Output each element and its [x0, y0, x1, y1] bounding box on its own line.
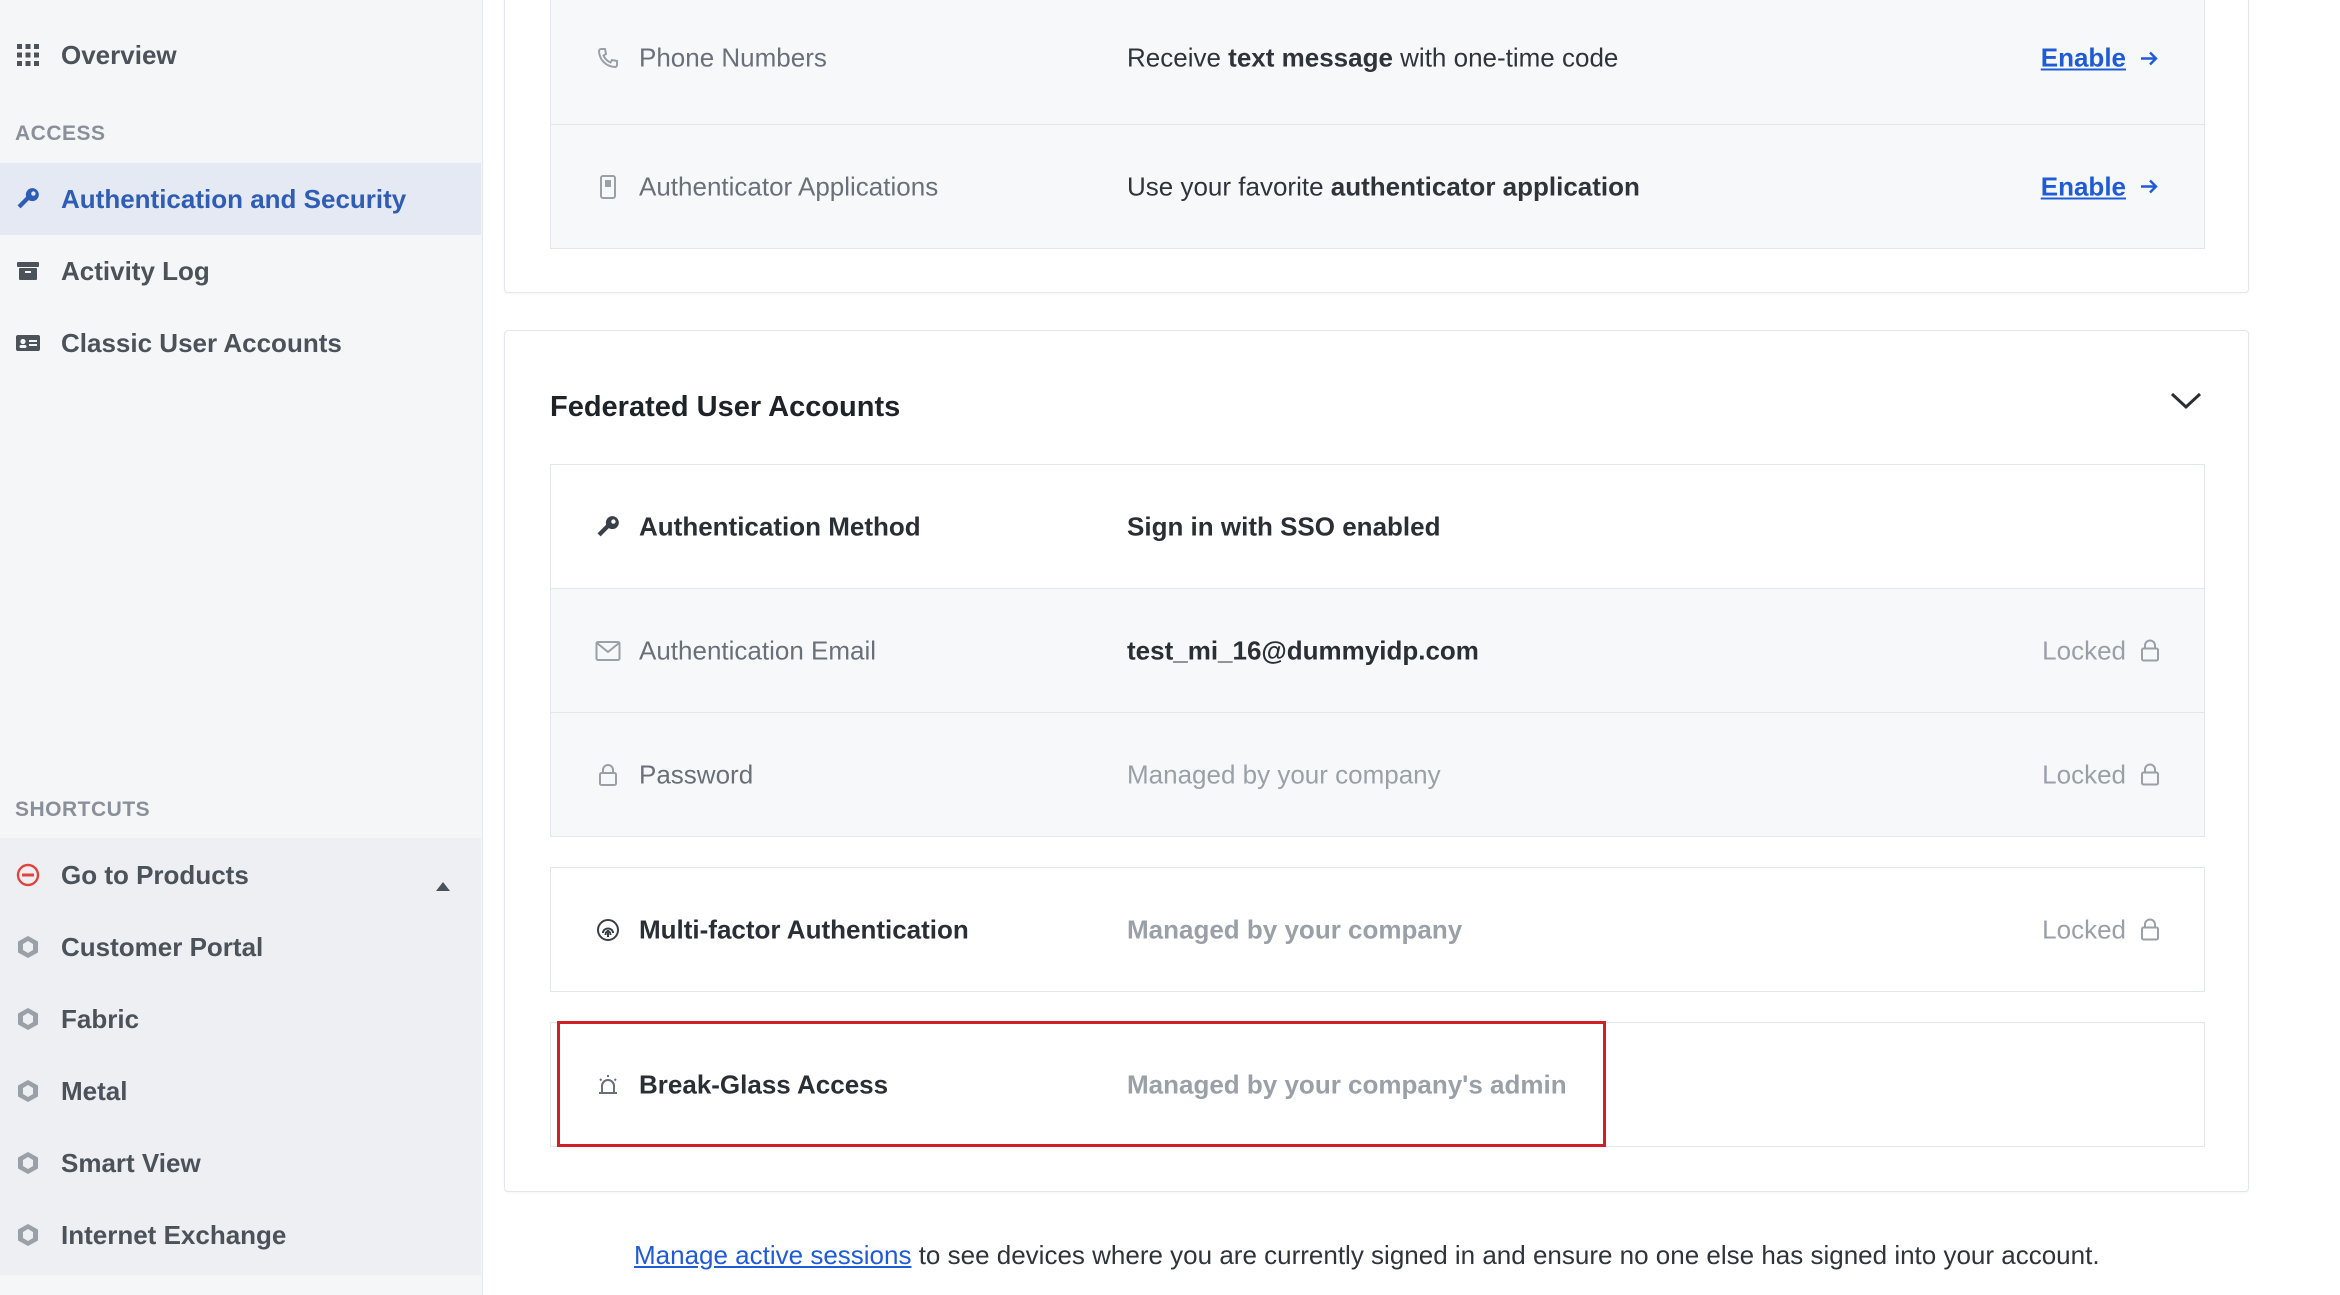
phone-numbers-row: Phone Numbers Receive text message with … [550, 0, 2205, 125]
locked-label: Locked [2042, 759, 2126, 789]
hexagon-icon [15, 1078, 41, 1104]
sidebar-item-overview[interactable]: Overview [0, 19, 481, 91]
manage-sessions-text: Manage active sessions to see devices wh… [634, 1240, 2100, 1271]
row-label: Authenticator Applications [639, 171, 939, 201]
envelope-icon [595, 638, 621, 664]
enable-authenticator-button[interactable]: Enable [2041, 171, 2160, 202]
manage-active-sessions-link[interactable]: Manage active sessions [634, 1240, 911, 1270]
row-value: Managed by your company [1127, 914, 1463, 944]
sidebar-item-smart-view[interactable]: Smart View [0, 1127, 481, 1199]
key-icon [595, 514, 621, 540]
highlight-box [557, 1021, 1606, 1147]
sidebar: Overview ACCESS Authentication and Secur… [0, 0, 483, 1295]
grid-icon [15, 42, 41, 68]
sidebar-item-label: Metal [61, 1075, 128, 1106]
authentication-method-row: Authentication Method Sign in with SSO e… [550, 464, 2205, 589]
phone-icon [595, 45, 621, 71]
sidebar-item-classic-user-accounts[interactable]: Classic User Accounts [0, 307, 481, 379]
locked-status: Locked [2042, 759, 2160, 790]
sidebar-item-authentication-and-security[interactable]: Authentication and Security [0, 163, 481, 235]
fingerprint-icon [595, 917, 621, 943]
archive-icon [15, 258, 41, 284]
row-label: Phone Numbers [639, 42, 827, 73]
products-icon [15, 862, 41, 888]
sidebar-item-label: Activity Log [61, 255, 210, 286]
locked-status: Locked [2042, 635, 2160, 666]
chevron-down-icon[interactable] [2169, 389, 2203, 416]
sidebar-item-go-to-products[interactable]: Go to Products [0, 839, 481, 911]
enable-link[interactable]: Enable [2041, 171, 2126, 202]
lock-icon [2140, 639, 2160, 663]
sidebar-item-activity-log[interactable]: Activity Log [0, 235, 481, 307]
section-heading-access: ACCESS [15, 122, 106, 145]
hexagon-icon [15, 1222, 41, 1248]
row-label: Authentication Method [639, 511, 921, 541]
manage-sessions-description: to see devices where you are currently s… [911, 1240, 2100, 1270]
locked-label: Locked [2042, 635, 2126, 665]
sidebar-item-customer-portal[interactable]: Customer Portal [0, 911, 481, 983]
row-description: Receive text message with one-time code [1127, 42, 1619, 73]
sidebar-item-label: Overview [61, 39, 177, 70]
sidebar-item-label: Smart View [61, 1147, 201, 1178]
caret-up-icon[interactable] [435, 869, 451, 900]
mobile-device-icon [595, 174, 621, 200]
key-icon [15, 186, 41, 212]
multi-factor-authentication-row: Multi-factor Authentication Managed by y… [550, 867, 2205, 992]
sidebar-item-label: Internet Exchange [61, 1219, 287, 1250]
sidebar-item-fabric[interactable]: Fabric [0, 983, 481, 1055]
hexagon-icon [15, 934, 41, 960]
id-card-icon [15, 330, 41, 356]
locked-label: Locked [2042, 914, 2126, 944]
sidebar-item-label: Classic User Accounts [61, 327, 342, 358]
sidebar-item-metal[interactable]: Metal [0, 1055, 481, 1127]
row-label: Authentication Email [639, 635, 877, 665]
enable-link[interactable]: Enable [2041, 43, 2126, 74]
enable-phone-button[interactable]: Enable [2041, 43, 2160, 74]
arrow-right-icon [2138, 176, 2160, 198]
hexagon-icon [15, 1006, 41, 1032]
hexagon-icon [15, 1150, 41, 1176]
row-value: Managed by your company [1127, 759, 1441, 789]
mfa-methods-card: Phone Numbers Receive text message with … [504, 0, 2249, 293]
row-label: Multi-factor Authentication [639, 914, 969, 944]
arrow-right-icon [2138, 47, 2160, 69]
card-title: Federated User Accounts [550, 391, 901, 423]
sidebar-item-internet-exchange[interactable]: Internet Exchange [0, 1199, 481, 1271]
sidebar-item-label: Fabric [61, 1003, 140, 1034]
row-description: Use your favorite authenticator applicat… [1127, 171, 1640, 201]
lock-icon [595, 762, 621, 788]
password-row: Password Managed by your company Locked [550, 712, 2205, 837]
authentication-email-row: Authentication Email test_mi_16@dummyidp… [550, 588, 2205, 713]
authenticator-apps-row: Authenticator Applications Use your favo… [550, 124, 2205, 249]
sidebar-item-label: Authentication and Security [61, 183, 407, 214]
row-value: test_mi_16@dummyidp.com [1127, 635, 1479, 665]
row-label: Password [639, 759, 754, 789]
locked-status: Locked [2042, 914, 2160, 945]
sidebar-item-label: Customer Portal [61, 931, 264, 962]
lock-icon [2140, 918, 2160, 942]
sidebar-item-label: Go to Products [61, 859, 249, 890]
row-value: Sign in with SSO enabled [1127, 511, 1441, 541]
section-heading-shortcuts: SHORTCUTS [15, 798, 151, 821]
lock-icon [2140, 763, 2160, 787]
